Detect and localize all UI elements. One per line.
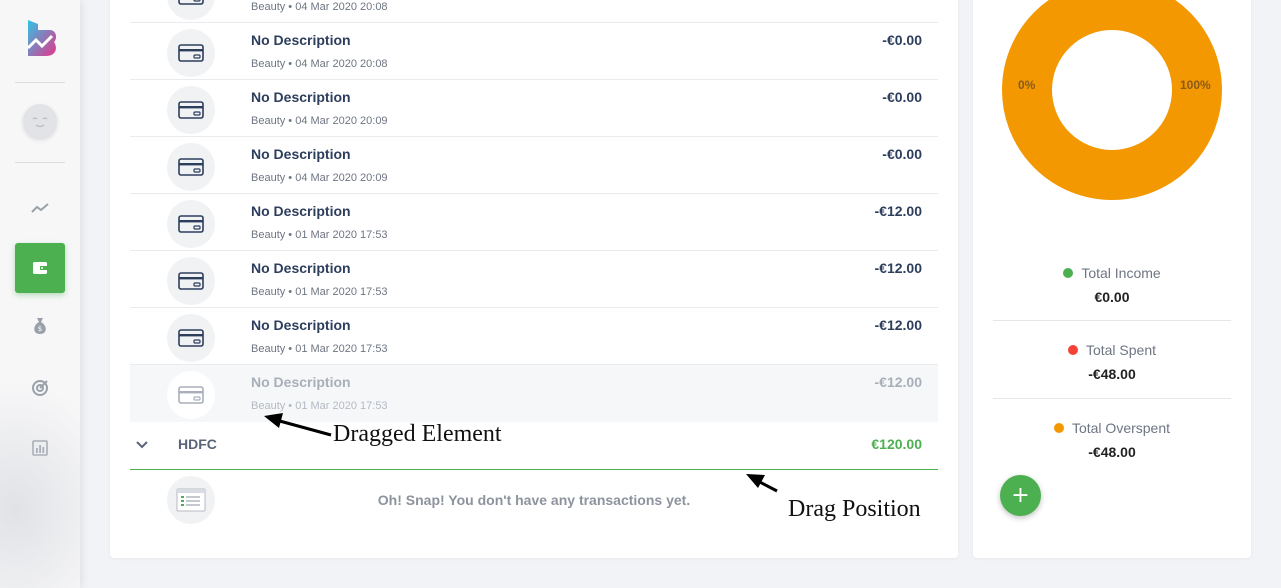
total-spent-value: -€48.00 xyxy=(1088,366,1136,382)
total-income-value: €0.00 xyxy=(1094,289,1130,305)
sidebar-divider xyxy=(15,162,65,163)
donut-left-label: 0% xyxy=(1018,78,1036,92)
transaction-row[interactable]: No Description Beauty • 01 Mar 2020 17:5… xyxy=(130,251,938,308)
transaction-title: No Description xyxy=(251,32,351,48)
transaction-title: No Description xyxy=(251,146,351,162)
overspent-dot xyxy=(1053,423,1064,433)
wallet-icon xyxy=(33,262,47,274)
transaction-row[interactable]: No Description Beauty • 04 Mar 2020 20:0… xyxy=(130,80,938,137)
transaction-meta: Beauty • 04 Mar 2020 20:08 xyxy=(251,1,388,13)
total-income-stat: Total Income €0.00 xyxy=(993,265,1231,305)
transaction-row[interactable]: No Description Beauty • 01 Mar 2020 17:5… xyxy=(130,308,938,365)
card-icon xyxy=(167,143,215,191)
user-avatar[interactable] xyxy=(23,104,57,138)
card-icon xyxy=(167,86,215,134)
trend-line-icon[interactable] xyxy=(28,196,52,220)
dragged-transaction-row[interactable]: No Description Beauty • 01 Mar 2020 17:5… xyxy=(130,365,938,422)
sidebar-item-wallet[interactable] xyxy=(15,243,65,293)
transaction-title: No Description xyxy=(251,203,351,219)
summary-divider xyxy=(993,320,1231,321)
transaction-amount: -€12.00 xyxy=(874,260,922,276)
donut-right-label: 100% xyxy=(1180,78,1211,92)
transaction-amount: -€12.00 xyxy=(874,317,922,333)
add-transaction-button[interactable]: + xyxy=(1000,475,1041,516)
transaction-amount: -€0.00 xyxy=(882,146,922,162)
card-icon xyxy=(167,257,215,305)
transaction-meta: Beauty • 01 Mar 2020 17:53 xyxy=(251,286,388,298)
sidebar-divider xyxy=(15,82,65,83)
transaction-meta: Beauty • 04 Mar 2020 20:09 xyxy=(251,172,388,184)
account-balance: €120.00 xyxy=(871,436,922,452)
total-spent-label: Total Spent xyxy=(1085,342,1157,358)
transaction-amount: -€12.00 xyxy=(874,374,922,390)
target-icon[interactable] xyxy=(28,376,52,400)
transaction-meta: Beauty • 01 Mar 2020 17:53 xyxy=(251,343,388,355)
transaction-amount: -€12.00 xyxy=(874,203,922,219)
account-group-header[interactable]: HDFC €120.00 xyxy=(130,421,938,470)
transaction-title: No Description xyxy=(251,317,351,333)
total-overspent-stat: Total Overspent -€48.00 xyxy=(993,420,1231,460)
transaction-meta: Beauty • 04 Mar 2020 20:08 xyxy=(251,58,388,70)
chevron-down-icon[interactable] xyxy=(134,437,150,453)
transaction-amount: -€0.00 xyxy=(882,89,922,105)
total-overspent-label: Total Overspent xyxy=(1071,420,1171,436)
spending-donut-chart xyxy=(1002,0,1222,200)
card-icon xyxy=(167,29,215,77)
card-icon xyxy=(167,314,215,362)
total-income-label: Total Income xyxy=(1081,265,1161,281)
transaction-title: No Description xyxy=(251,374,351,390)
summary-divider xyxy=(993,398,1231,399)
dragged-element-annotation: Dragged Element xyxy=(333,421,502,447)
card-icon xyxy=(167,371,215,419)
drag-position-annotation: Drag Position xyxy=(788,496,921,522)
transaction-title: No Description xyxy=(251,260,351,276)
sidebar: $ xyxy=(0,0,80,588)
transaction-row[interactable]: No Description Beauty • 01 Mar 2020 17:5… xyxy=(130,194,938,251)
transaction-amount: -€0.00 xyxy=(882,32,922,48)
app-logo[interactable] xyxy=(24,18,60,58)
transaction-row[interactable]: No Description Beauty • 04 Mar 2020 20:0… xyxy=(130,23,938,80)
card-icon xyxy=(167,0,215,20)
total-spent-stat: Total Spent -€48.00 xyxy=(993,342,1231,382)
transaction-meta: Beauty • 01 Mar 2020 17:53 xyxy=(251,229,388,241)
income-dot xyxy=(1063,268,1074,278)
bar-chart-icon[interactable] xyxy=(28,436,52,460)
total-overspent-value: -€48.00 xyxy=(1088,444,1136,460)
transaction-meta: Beauty • 04 Mar 2020 20:09 xyxy=(251,115,388,127)
transaction-meta: Beauty • 01 Mar 2020 17:53 xyxy=(251,400,388,412)
donut-ring xyxy=(1002,0,1222,200)
transactions-card: Beauty • 04 Mar 2020 20:08 No Descriptio… xyxy=(110,0,958,558)
transaction-row[interactable]: Beauty • 04 Mar 2020 20:08 xyxy=(130,0,938,23)
svg-text:$: $ xyxy=(38,325,42,333)
account-name: HDFC xyxy=(178,436,217,452)
transaction-title: No Description xyxy=(251,89,351,105)
transaction-row[interactable]: No Description Beauty • 04 Mar 2020 20:0… xyxy=(130,137,938,194)
spent-dot xyxy=(1067,345,1078,355)
money-bag-icon[interactable]: $ xyxy=(28,314,52,338)
card-icon xyxy=(167,200,215,248)
